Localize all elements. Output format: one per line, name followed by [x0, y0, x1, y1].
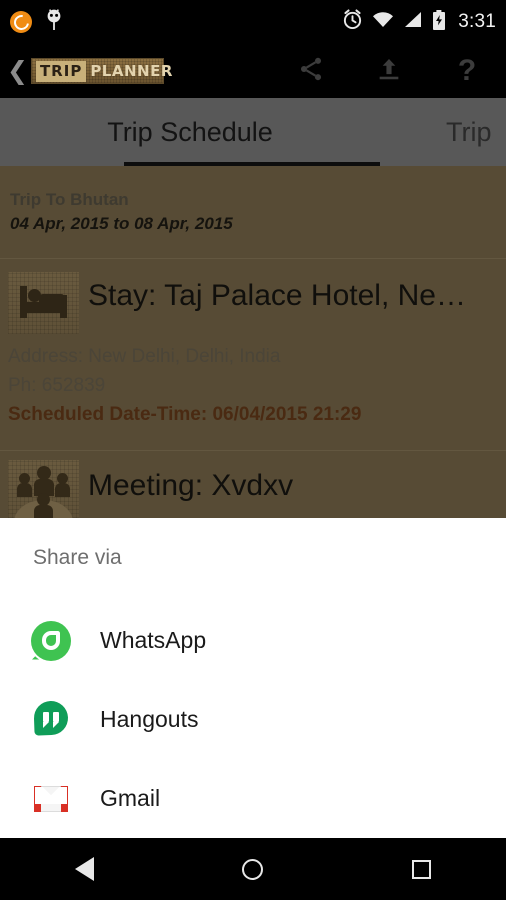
tab-trip-schedule[interactable]: Trip Schedule [0, 98, 380, 166]
tab-bar: Trip Schedule Trip [0, 98, 506, 166]
trip-title: Trip To Bhutan [10, 190, 129, 209]
app-logo-planner: PLANNER [90, 62, 173, 80]
status-bar-clock: 3:31 [458, 11, 496, 32]
orange-circle-notification-icon [10, 11, 32, 33]
android-bug-notification-icon [44, 8, 64, 36]
alarm-icon [342, 9, 363, 35]
app-logo-trip: TRIP [35, 60, 87, 82]
hangouts-icon [31, 699, 71, 740]
nav-recents-button[interactable] [372, 838, 472, 900]
list-divider [0, 450, 506, 451]
tab-trip[interactable]: Trip [380, 98, 506, 166]
home-circle-icon [242, 858, 264, 880]
whatsapp-icon [31, 620, 71, 661]
signal-icon [403, 11, 423, 33]
schedule-item-stay-datetime: Scheduled Date-Time: 06/04/2015 21:29 [8, 404, 362, 425]
help-button[interactable]: ? [428, 44, 506, 98]
gmail-icon [31, 779, 71, 819]
share-sheet-title: Share via [33, 546, 122, 569]
schedule-item-stay-title: Stay: Taj Palace Hotel, Ne… [88, 279, 466, 312]
tab-trip-label: Trip [446, 116, 492, 147]
status-bar-notifications [10, 8, 64, 36]
app-logo: TRIP PLANNER [30, 58, 172, 84]
schedule-item-stay-phone: Ph: 652839 [8, 375, 106, 396]
share-option-whatsapp[interactable]: WhatsApp [0, 601, 506, 680]
battery-charging-icon [432, 9, 446, 35]
action-bar-buttons: ? [272, 44, 506, 98]
back-button[interactable]: ❮ [7, 59, 28, 84]
back-triangle-icon [74, 857, 94, 881]
share-option-gmail[interactable]: Gmail [0, 759, 506, 838]
help-icon: ? [457, 54, 477, 87]
schedule-item-meeting-title: Meeting: Xvdxv [88, 469, 294, 502]
export-button[interactable] [350, 44, 428, 98]
status-bar-system-icons: 3:31 [342, 9, 496, 35]
phone-screen: 3:31 ❮ TRIP PLANNER ? Trip Schedule Trip… [0, 0, 506, 900]
meeting-icon [8, 460, 79, 518]
nav-home-button[interactable] [203, 838, 303, 900]
tab-trip-schedule-label: Trip Schedule [107, 116, 273, 147]
status-bar: 3:31 [0, 0, 506, 44]
trip-schedule-list: Trip To Bhutan 04 Apr, 2015 to 08 Apr, 2… [0, 166, 506, 518]
export-icon [375, 55, 403, 88]
share-sheet: Share via WhatsApp Hangouts Gmail [0, 518, 506, 838]
recents-square-icon [412, 859, 432, 879]
trip-dates: 04 Apr, 2015 to 08 Apr, 2015 [10, 214, 233, 233]
wifi-icon [372, 11, 394, 33]
schedule-item-stay-address: Address: New Delhi, Delhi, India [8, 346, 281, 367]
share-option-hangouts-label: Hangouts [100, 706, 199, 732]
share-option-gmail-label: Gmail [100, 785, 161, 811]
share-button[interactable] [272, 44, 350, 98]
navigation-bar [0, 838, 506, 900]
share-option-hangouts[interactable]: Hangouts [0, 680, 506, 759]
bed-icon [8, 272, 79, 334]
list-divider [0, 258, 506, 259]
share-icon [297, 55, 325, 88]
nav-back-button[interactable] [34, 838, 134, 900]
share-option-whatsapp-label: WhatsApp [100, 627, 207, 653]
action-bar: ❮ TRIP PLANNER ? [0, 44, 506, 98]
